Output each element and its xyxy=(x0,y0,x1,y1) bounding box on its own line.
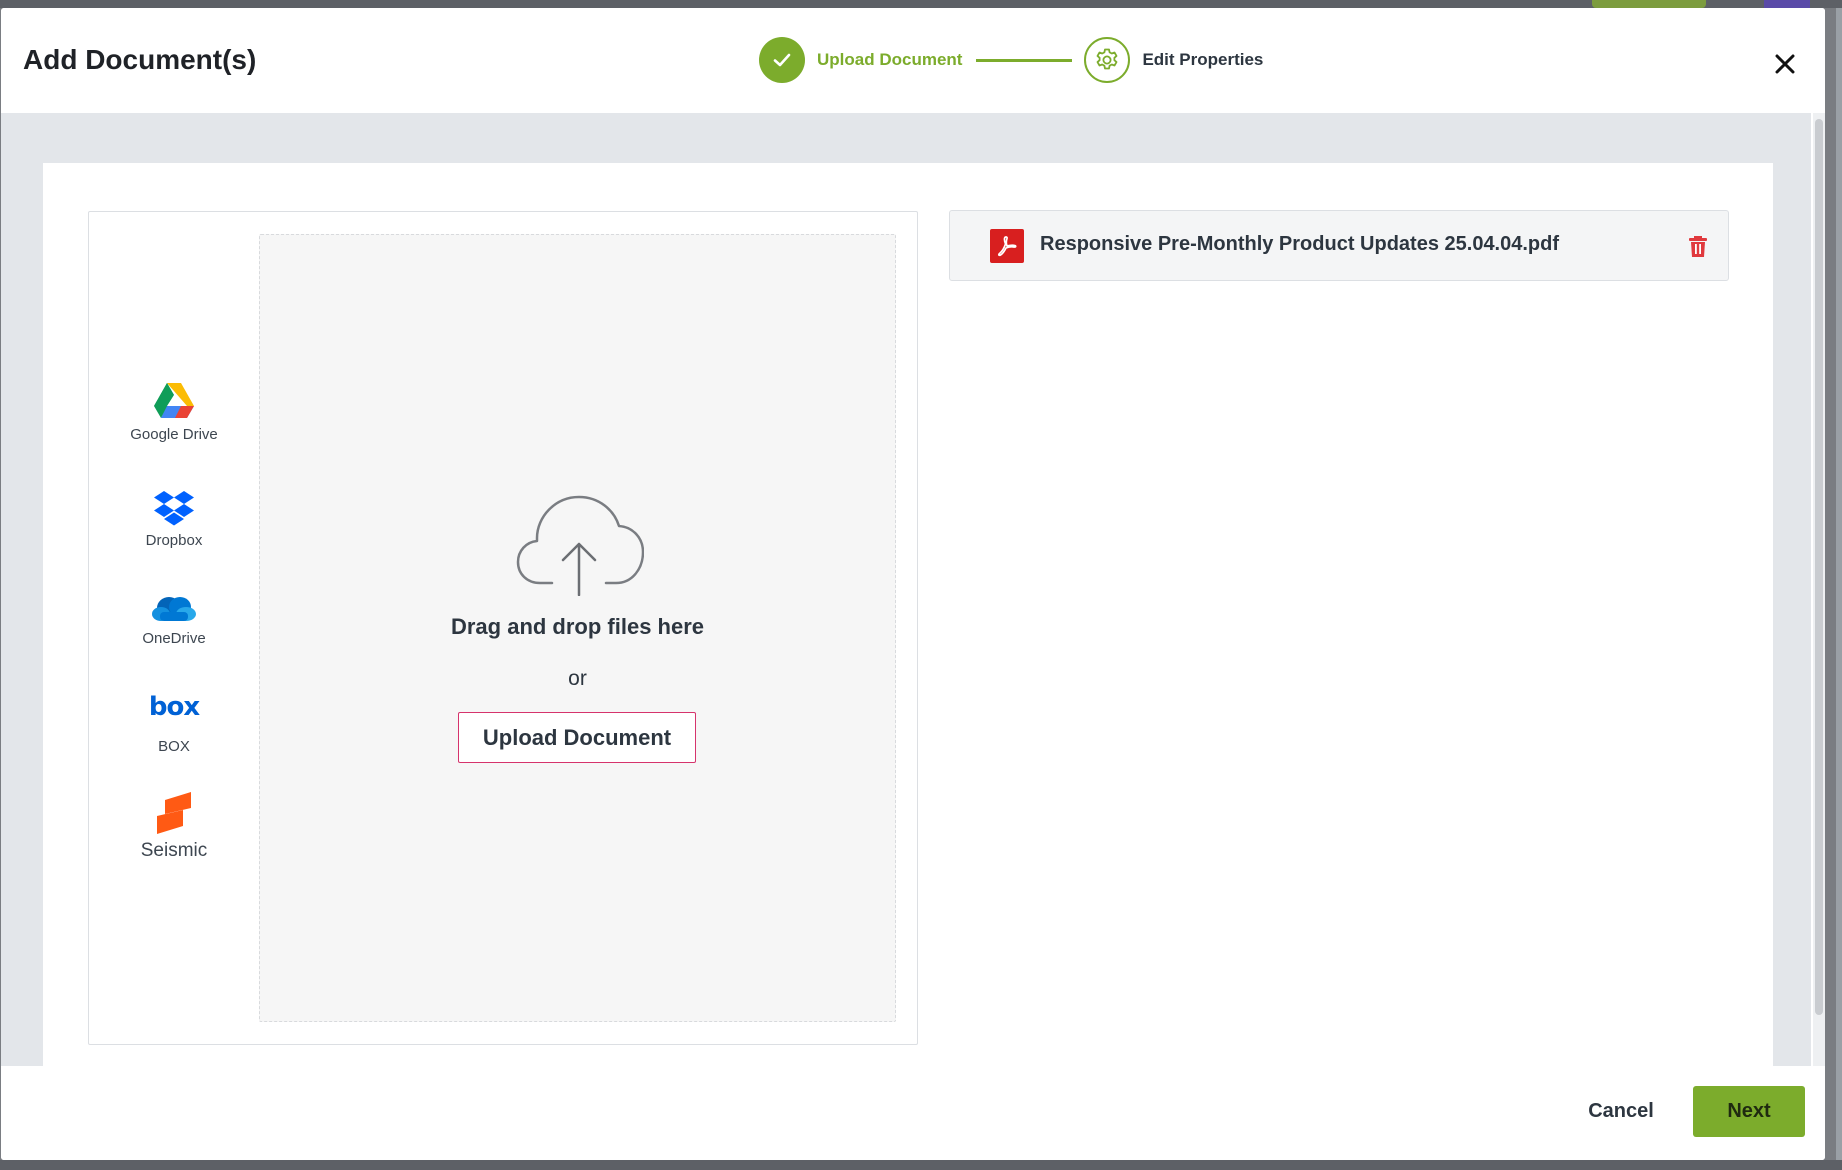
close-icon xyxy=(1775,54,1795,74)
file-name: Responsive Pre-Monthly Product Updates 2… xyxy=(1040,233,1560,255)
step-connector xyxy=(976,58,1073,62)
source-label: Dropbox xyxy=(145,532,203,549)
source-box[interactable]: box BOX xyxy=(89,690,259,755)
check-icon xyxy=(759,37,805,83)
modal-title: Add Document(s) xyxy=(23,44,257,75)
source-onedrive[interactable]: OneDrive xyxy=(89,592,259,647)
step-edit-properties-label: Edit Properties xyxy=(1142,50,1264,69)
background-app-footer xyxy=(0,1160,1842,1170)
source-seismic[interactable]: Seismic xyxy=(89,792,259,862)
source-label: BOX xyxy=(158,738,190,755)
source-label: OneDrive xyxy=(142,630,206,647)
source-label: Seismic xyxy=(140,840,208,861)
add-documents-modal: Add Document(s) Upload Document Edit Pro… xyxy=(1,8,1825,1160)
background-avatar xyxy=(1764,0,1810,8)
dropzone[interactable]: Drag and drop files here or Upload Docum… xyxy=(259,234,896,1022)
close-button[interactable] xyxy=(1771,50,1799,78)
dropbox-icon xyxy=(154,491,194,526)
modal-header: Add Document(s) Upload Document Edit Pro… xyxy=(1,8,1825,113)
source-dropbox[interactable]: Dropbox xyxy=(89,490,259,549)
cancel-button[interactable]: Cancel xyxy=(1571,1086,1671,1136)
source-label: Google Drive xyxy=(130,426,218,443)
source-google-drive[interactable]: Google Drive xyxy=(89,382,259,443)
box-icon: box xyxy=(148,692,200,722)
gear-icon xyxy=(1084,37,1131,83)
content-card: Google Drive Dropbox OneDrive box BOX Se… xyxy=(43,163,1773,1083)
modal-scrollbar[interactable] xyxy=(1813,113,1825,1073)
google-drive-icon xyxy=(154,383,194,418)
file-list-item: Responsive Pre-Monthly Product Updates 2… xyxy=(949,210,1729,281)
dropzone-text: Drag and drop files here xyxy=(450,614,705,639)
modal-body: Google Drive Dropbox OneDrive box BOX Se… xyxy=(1,113,1811,1083)
background-new-button xyxy=(1592,0,1706,8)
pdf-icon xyxy=(990,229,1024,263)
upload-panel: Google Drive Dropbox OneDrive box BOX Se… xyxy=(88,211,918,1045)
seismic-icon xyxy=(157,792,191,834)
scrollbar-thumb[interactable] xyxy=(1815,119,1823,1015)
trash-icon[interactable] xyxy=(1686,234,1710,258)
cloud-sources-list: Google Drive Dropbox OneDrive box BOX Se… xyxy=(89,212,259,1044)
stepper: Upload Document Edit Properties xyxy=(759,36,1263,84)
background-app-edge xyxy=(1836,8,1842,1170)
next-button[interactable]: Next xyxy=(1693,1086,1805,1137)
upload-document-button[interactable]: Upload Document xyxy=(458,712,696,763)
dropzone-or: or xyxy=(568,667,587,690)
cloud-upload-icon xyxy=(516,495,644,596)
step-upload-document-label: Upload Document xyxy=(817,50,963,69)
modal-footer: Cancel Next xyxy=(1,1066,1825,1160)
background-app-bar xyxy=(0,0,1842,8)
onedrive-icon xyxy=(152,597,196,621)
